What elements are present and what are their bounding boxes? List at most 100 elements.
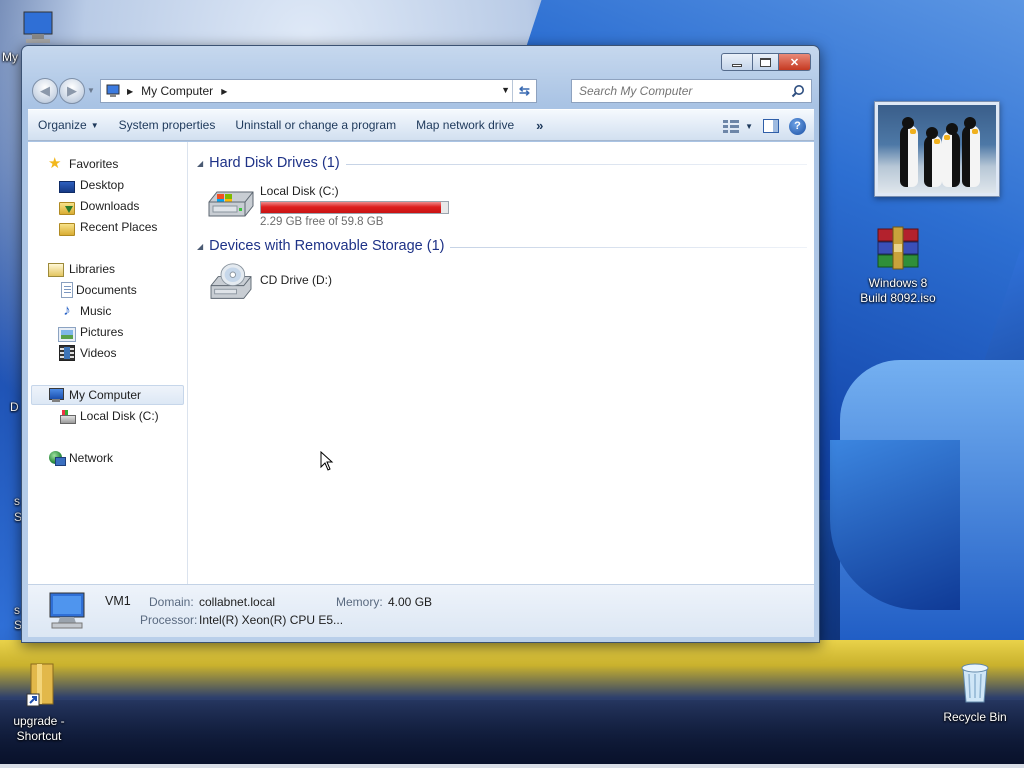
group-header-removable-storage[interactable]: ◢ Devices with Removable Storage (1) <box>197 236 807 256</box>
nav-item-documents[interactable]: Documents <box>28 280 186 300</box>
details-pane: VM1 Domain: collabnet.local Memory: 4.00… <box>28 584 814 637</box>
desktop-icon-label-fragment: s <box>14 603 20 617</box>
group-title: Hard Disk Drives (1) <box>209 155 340 171</box>
maximize-icon <box>760 57 771 67</box>
desktop-photo-penguins[interactable] <box>874 101 1000 197</box>
star-icon: ★ <box>48 155 62 172</box>
nav-my-computer[interactable]: My Computer <box>31 385 184 405</box>
domain-label: Domain: <box>149 595 194 609</box>
desktop-icon <box>59 181 75 193</box>
computer-icon <box>106 84 120 97</box>
computer-name: VM1 <box>105 594 131 608</box>
chevron-down-icon: ▼ <box>90 120 99 130</box>
memory-label: Memory: <box>336 595 383 609</box>
domain-value: collabnet.local <box>199 595 276 609</box>
drive-local-disk-c[interactable]: Local Disk (C:) 2.29 GB free of 59.8 GB <box>207 180 449 228</box>
drive-free-space: 2.29 GB free of 59.8 GB <box>260 216 384 228</box>
nav-item-label: Desktop <box>80 178 125 192</box>
uninstall-program-button[interactable]: Uninstall or change a program <box>225 109 406 141</box>
collapse-triangle-icon[interactable]: ◢ <box>197 242 203 251</box>
forward-button[interactable]: ▶ <box>59 78 85 104</box>
nav-item-label: Pictures <box>80 325 124 339</box>
computer-icon <box>48 387 64 403</box>
nav-item-videos[interactable]: Videos <box>28 343 186 363</box>
address-bar[interactable]: ▶ My Computer ▶ ▼ ⇆ <box>100 79 537 103</box>
drive-cd-d[interactable]: CD Drive (D:) <box>207 262 332 306</box>
navigation-pane: ★ Favorites Desktop Downloads Recent Pla… <box>28 142 188 584</box>
desktop-icon-label-fragment: s <box>14 494 20 508</box>
drive-name: Local Disk (C:) <box>260 184 339 198</box>
drive-name: CD Drive (D:) <box>260 273 332 287</box>
address-history-dropdown[interactable]: ▼ <box>501 85 510 95</box>
drive-usage-bar <box>260 201 449 214</box>
recycle-bin-icon <box>961 663 989 703</box>
nav-item-local-disk[interactable]: Local Disk (C:) <box>28 406 186 426</box>
breadcrumb-my-computer[interactable]: My Computer <box>141 84 213 98</box>
refresh-button[interactable]: ⇆ <box>512 80 536 102</box>
search-input[interactable] <box>579 84 779 98</box>
close-icon: ✕ <box>789 56 800 69</box>
preview-pane-icon[interactable] <box>763 119 779 133</box>
pictures-icon <box>58 326 76 342</box>
search-box[interactable] <box>571 79 812 103</box>
minimize-button[interactable] <box>721 53 753 71</box>
group-title: Devices with Removable Storage (1) <box>209 238 445 254</box>
view-options-dropdown[interactable]: ▼ <box>745 122 753 131</box>
processor-value: Intel(R) Xeon(R) CPU E5... <box>199 613 344 627</box>
penguins-image <box>878 105 996 193</box>
desktop-icon-label: Recycle Bin <box>943 710 1007 724</box>
nav-item-music[interactable]: ♪ Music <box>28 301 186 321</box>
nav-item-label: Music <box>80 304 112 318</box>
collapse-triangle-icon[interactable]: ◢ <box>197 159 203 168</box>
explorer-window: ✕ ◀ ▶ ▼ ▶ My Computer ▶ ▼ ⇆ Organize▼ <box>21 45 820 643</box>
hard-drive-icon <box>208 191 254 217</box>
map-network-drive-button[interactable]: Map network drive <box>406 109 524 141</box>
documents-icon <box>61 282 73 298</box>
mouse-pointer-icon <box>320 451 334 471</box>
nav-item-label: Network <box>69 451 114 465</box>
desktop-icon-recycle-bin[interactable]: Recycle Bin <box>940 660 1010 725</box>
drive-info: Local Disk (C:) 2.29 GB free of 59.8 GB <box>260 180 449 228</box>
nav-favorites[interactable]: ★ Favorites <box>28 154 186 174</box>
group-header-hard-disk-drives[interactable]: ◢ Hard Disk Drives (1) <box>197 153 807 173</box>
computer-icon <box>23 11 53 43</box>
system-properties-button[interactable]: System properties <box>109 109 226 141</box>
winrar-archive-icon <box>877 226 919 270</box>
change-view-icon[interactable] <box>723 119 740 133</box>
search-icon[interactable] <box>791 84 805 98</box>
desktop-icon-upgrade-shortcut[interactable]: upgrade - Shortcut <box>4 660 74 744</box>
recent-pages-dropdown[interactable]: ▼ <box>87 86 95 95</box>
nav-item-label: Local Disk (C:) <box>80 409 159 423</box>
more-commands-button[interactable]: » <box>524 109 555 141</box>
back-button[interactable]: ◀ <box>32 78 58 104</box>
nav-libraries[interactable]: Libraries <box>28 259 186 279</box>
nav-item-pictures[interactable]: Pictures <box>28 322 186 342</box>
desktop-icon-label: upgrade - Shortcut <box>13 714 65 743</box>
back-arrow-icon: ◀ <box>40 83 50 98</box>
drive-usage-fill <box>261 202 441 213</box>
window-caption-buttons: ✕ <box>721 53 811 71</box>
maximize-button[interactable] <box>753 53 779 71</box>
downloads-folder-icon <box>59 201 75 215</box>
nav-item-desktop[interactable]: Desktop <box>28 175 186 195</box>
desktop-icon-label-fragment: D <box>10 400 19 414</box>
nav-item-label: Downloads <box>80 199 140 213</box>
command-bar: Organize ▼ System properties Uninstall or… <box>28 109 814 141</box>
breadcrumb-separator-icon[interactable]: ▶ <box>221 87 227 96</box>
organize-label: Organize <box>38 118 87 132</box>
nav-item-downloads[interactable]: Downloads <box>28 196 186 216</box>
navigation-bar: ◀ ▶ ▼ ▶ My Computer ▶ ▼ ⇆ <box>30 77 812 105</box>
desktop-icon-winrar-iso[interactable]: Windows 8 Build 8092.iso <box>856 226 940 306</box>
nav-item-label: Libraries <box>69 262 116 276</box>
close-button[interactable]: ✕ <box>779 53 811 71</box>
nav-item-recent-places[interactable]: Recent Places <box>28 217 186 237</box>
hard-drive-icon <box>59 408 76 424</box>
breadcrumb-separator-icon[interactable]: ▶ <box>127 87 133 96</box>
refresh-icon: ⇆ <box>519 83 530 98</box>
nav-network[interactable]: Network <box>28 448 186 468</box>
nav-item-label: My Computer <box>69 388 142 402</box>
organize-button[interactable]: Organize ▼ <box>28 109 109 141</box>
memory-value: 4.00 GB <box>388 595 433 609</box>
taskbar-edge <box>0 764 1024 768</box>
help-icon[interactable]: ? <box>789 117 806 135</box>
